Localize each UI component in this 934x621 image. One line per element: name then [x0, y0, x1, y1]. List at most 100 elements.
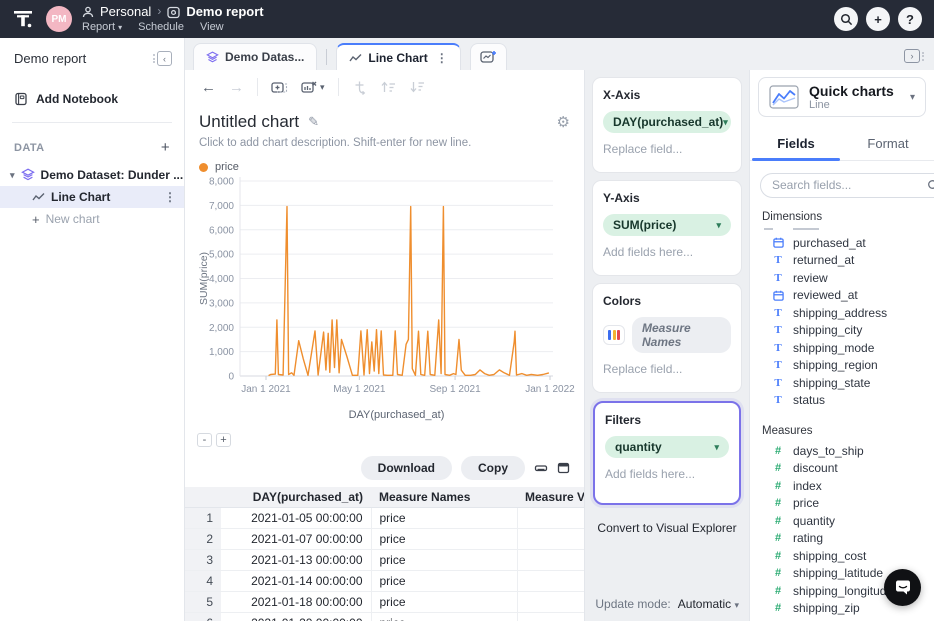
table-row: 62021-01-20 00:00:00price	[185, 613, 584, 621]
chat-widget-button[interactable]	[884, 569, 921, 606]
tab-fields[interactable]: Fields	[750, 128, 842, 160]
zoom-in-button[interactable]: +	[216, 433, 231, 447]
add-data-button[interactable]: +	[161, 139, 170, 156]
field-item-shipping_mode[interactable]: Tshipping_mode	[762, 339, 934, 357]
filters-add-placeholder[interactable]: Add fields here...	[605, 467, 729, 481]
field-item-quantity[interactable]: #quantity	[762, 512, 934, 530]
move-field-button[interactable]	[352, 80, 367, 95]
tab-line-chart[interactable]: Line Chart ⋮	[336, 43, 460, 70]
sidebar-item-dataset[interactable]: ▾ Demo Dataset: Dunder ...	[0, 164, 184, 186]
new-chart-tab-button[interactable]	[470, 43, 507, 70]
field-item-shipping_cost[interactable]: #shipping_cost	[762, 547, 934, 565]
quick-charts-type: Line	[809, 99, 894, 111]
add-button[interactable]: +	[866, 7, 890, 31]
update-mode-select[interactable]: Automatic ▾	[678, 597, 739, 611]
sort-descending-button[interactable]	[409, 80, 425, 94]
number-type-icon: #	[772, 497, 784, 509]
x-axis-card: X-Axis DAY(purchased_at) ▾ Replace field…	[593, 78, 741, 172]
zoom-out-button[interactable]: -	[197, 433, 212, 447]
field-item-reviewed_at[interactable]: reviewed_at	[762, 287, 934, 305]
colors-card: Colors Measure Names Replace field...	[593, 284, 741, 392]
measure-name-cell: price	[371, 613, 517, 621]
workspace-name[interactable]: Personal	[100, 5, 151, 20]
copy-button[interactable]: Copy	[461, 456, 525, 480]
help-button[interactable]: ?	[898, 7, 922, 31]
chart-settings-icon[interactable]: ⚙	[557, 113, 570, 131]
search-button[interactable]	[834, 7, 858, 31]
x-axis-field-pill[interactable]: DAY(purchased_at) ▾	[603, 111, 731, 133]
tab-format[interactable]: Format	[842, 128, 934, 160]
colors-replace-placeholder[interactable]: Replace field...	[603, 362, 731, 376]
field-item-rating[interactable]: #rating	[762, 530, 934, 548]
panel-collapse-button[interactable]: ›	[904, 49, 924, 63]
sidebar-divider	[12, 122, 172, 123]
field-item-shipping_state[interactable]: Tshipping_state	[762, 374, 934, 392]
sidebar-item-line-chart[interactable]: Line Chart ⋮	[0, 186, 184, 208]
date-cell: 2021-01-05 00:00:00	[221, 508, 371, 529]
app-logo-icon[interactable]	[10, 7, 36, 31]
y-axis-add-placeholder[interactable]: Add fields here...	[603, 245, 731, 259]
menu-schedule[interactable]: Schedule	[138, 21, 184, 34]
avatar[interactable]: PM	[46, 6, 72, 32]
edit-title-icon[interactable]: ✎	[308, 114, 319, 130]
convert-to-visual-explorer-button[interactable]: Convert to Visual Explorer	[593, 514, 741, 542]
update-mode-label: Update mode:	[595, 597, 670, 611]
chart-description-placeholder[interactable]: Click to add chart description. Shift-en…	[185, 132, 584, 149]
redo-button[interactable]: →	[229, 79, 244, 96]
field-item-shipping_city[interactable]: Tshipping_city	[762, 322, 934, 340]
menu-view[interactable]: View	[200, 21, 224, 34]
filters-field-pill[interactable]: quantity ▾	[605, 436, 729, 458]
colors-field-pill[interactable]: Measure Names	[632, 317, 731, 353]
tab-kebab-icon[interactable]: ⋮	[436, 51, 448, 65]
delete-chart-button[interactable]: ▾	[301, 80, 325, 95]
legend-item[interactable]: price	[185, 149, 584, 173]
report-icon	[167, 6, 180, 19]
row-number-cell: 3	[185, 550, 221, 571]
field-item-days_to_ship[interactable]: #days_to_ship	[762, 442, 934, 460]
quick-charts-selector[interactable]: Quick charts Line ▾	[758, 77, 926, 117]
plus-icon: +	[874, 12, 882, 27]
sort-ascending-button[interactable]	[380, 80, 396, 94]
field-item-shipping_address[interactable]: Tshipping_address	[762, 304, 934, 322]
field-label: purchased_at	[793, 236, 866, 250]
field-item-status[interactable]: Tstatus	[762, 392, 934, 410]
kebab-menu-icon[interactable]: ⋮	[164, 190, 176, 204]
svg-text:DAY(purchased_at): DAY(purchased_at)	[349, 409, 445, 421]
text-type-icon: T	[772, 307, 784, 319]
field-item-discount[interactable]: #discount	[762, 460, 934, 478]
field-label: shipping_longitude	[793, 584, 893, 598]
row-number-cell: 6	[185, 613, 221, 621]
add-notebook-button[interactable]: Add Notebook	[14, 92, 170, 106]
svg-text:1,000: 1,000	[209, 347, 234, 358]
undo-button[interactable]: ←	[201, 79, 216, 96]
search-fields-input[interactable]	[772, 178, 927, 192]
date-cell: 2021-01-14 00:00:00	[221, 571, 371, 592]
chevron-down-icon: ▾	[10, 170, 15, 181]
expand-table-icon[interactable]	[557, 462, 570, 474]
y-axis-field-pill[interactable]: SUM(price) ▾	[603, 214, 731, 236]
sidebar-item-new-chart[interactable]: + New chart	[0, 208, 184, 230]
chart-title[interactable]: Untitled chart	[199, 112, 299, 132]
collapse-table-icon[interactable]	[534, 462, 548, 474]
download-button[interactable]: Download	[361, 456, 452, 480]
collapse-left-icon: ‹	[157, 51, 172, 66]
field-item-index[interactable]: #index	[762, 477, 934, 495]
breadcrumb-separator: ›	[157, 5, 161, 19]
breadcrumb: Personal › Demo report Report ▾ Schedule…	[82, 5, 264, 34]
tab-demo-dataset[interactable]: Demo Datas...	[193, 43, 317, 70]
field-item-returned_at[interactable]: Treturned_at	[762, 252, 934, 270]
field-item-price[interactable]: #price	[762, 495, 934, 513]
menu-report[interactable]: Report ▾	[82, 21, 122, 34]
tab-strip: Demo Datas... Line Chart ⋮ ›	[185, 38, 934, 70]
row-number-cell: 5	[185, 592, 221, 613]
duplicate-chart-button[interactable]	[271, 80, 288, 95]
y-axis-card: Y-Axis SUM(price) ▾ Add fields here...	[593, 181, 741, 275]
line-chart[interactable]: 01,0002,0003,0004,0005,0006,0007,0008,00…	[185, 173, 584, 425]
field-item-purchased_at[interactable]: purchased_at	[762, 234, 934, 252]
sidebar-collapse-button[interactable]: ‹	[153, 51, 172, 66]
colors-title: Colors	[603, 294, 731, 308]
measures-section-label: Measures	[762, 425, 922, 437]
field-item-review[interactable]: Treview	[762, 269, 934, 287]
field-item-shipping_region[interactable]: Tshipping_region	[762, 357, 934, 375]
x-axis-replace-placeholder[interactable]: Replace field...	[603, 142, 731, 156]
